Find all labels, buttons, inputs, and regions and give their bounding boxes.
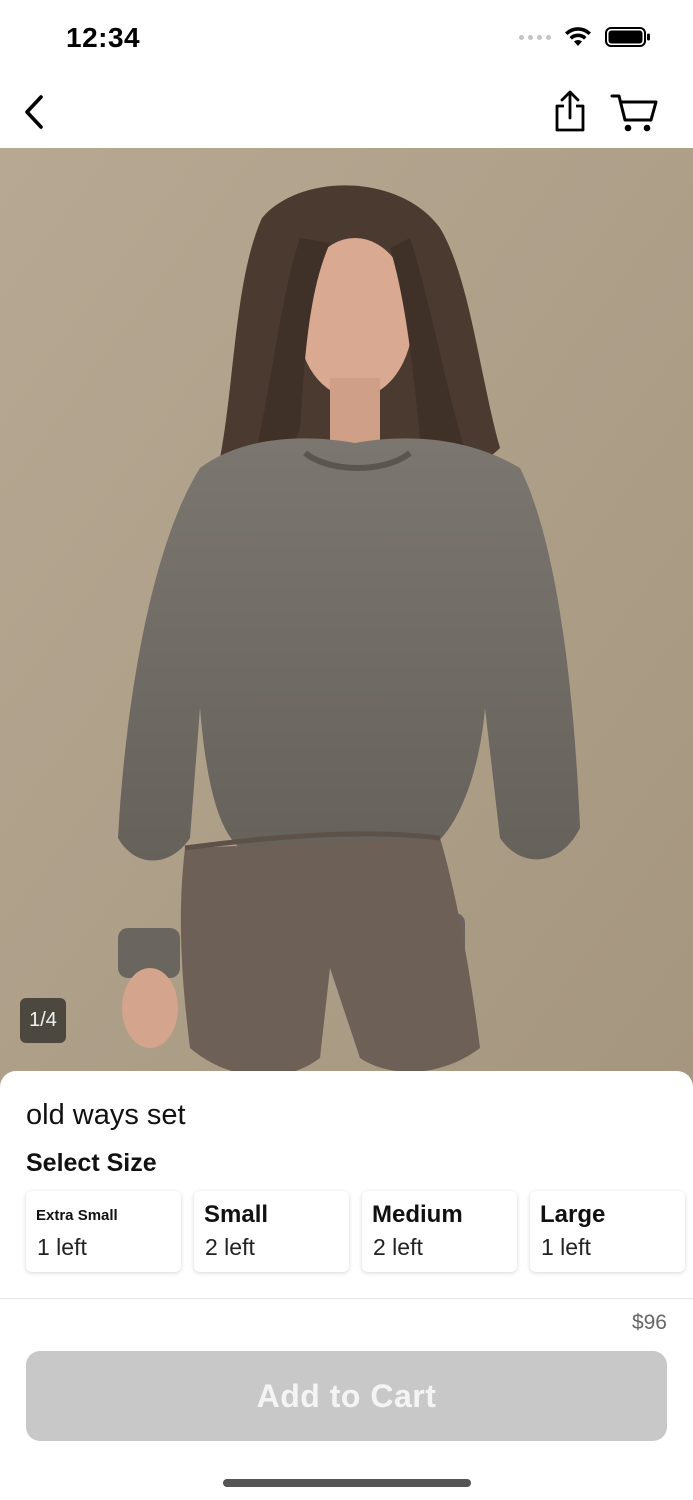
back-button[interactable] (16, 92, 52, 132)
status-time: 12:34 (66, 22, 141, 53)
select-size-label: Select Size (26, 1149, 157, 1177)
chevron-left-icon (25, 95, 43, 129)
size-stock: 1 left (37, 1234, 87, 1260)
size-stock: 2 left (205, 1234, 255, 1260)
size-options: Extra Small 1 left Small 2 left Medium 2… (26, 1191, 685, 1272)
home-indicator[interactable] (223, 1479, 471, 1487)
share-icon (555, 90, 585, 132)
size-name: Extra Small (36, 1207, 118, 1224)
product-image[interactable] (0, 148, 693, 1088)
cart-icon (610, 94, 658, 132)
product-photo (0, 148, 693, 1088)
cart-button[interactable] (606, 90, 662, 136)
wifi-icon (565, 27, 591, 46)
status-bar: 12:34 (0, 0, 693, 78)
size-option-small[interactable]: Small 2 left (194, 1191, 349, 1272)
nav-bar (0, 78, 693, 148)
add-to-cart-button[interactable]: Add to Cart (26, 1351, 667, 1441)
status-icons (519, 26, 651, 48)
size-stock: 2 left (373, 1234, 423, 1260)
product-sheet: old ways set Select Size Extra Small 1 l… (0, 1071, 693, 1500)
product-title: old ways set (26, 1099, 186, 1131)
product-price: $96 (631, 1311, 667, 1334)
share-button[interactable] (548, 88, 592, 136)
size-name: Medium (372, 1201, 463, 1228)
battery-icon (605, 27, 650, 47)
image-page-indicator: 1/4 (20, 998, 66, 1043)
size-option-extra-small[interactable]: Extra Small 1 left (26, 1191, 181, 1272)
size-stock: 1 left (541, 1234, 591, 1260)
size-option-medium[interactable]: Medium 2 left (362, 1191, 517, 1272)
size-option-large[interactable]: Large 1 left (530, 1191, 685, 1272)
divider (0, 1298, 693, 1299)
size-name: Large (540, 1201, 606, 1228)
size-name: Small (204, 1201, 269, 1228)
cellular-signal-icon (519, 34, 551, 40)
